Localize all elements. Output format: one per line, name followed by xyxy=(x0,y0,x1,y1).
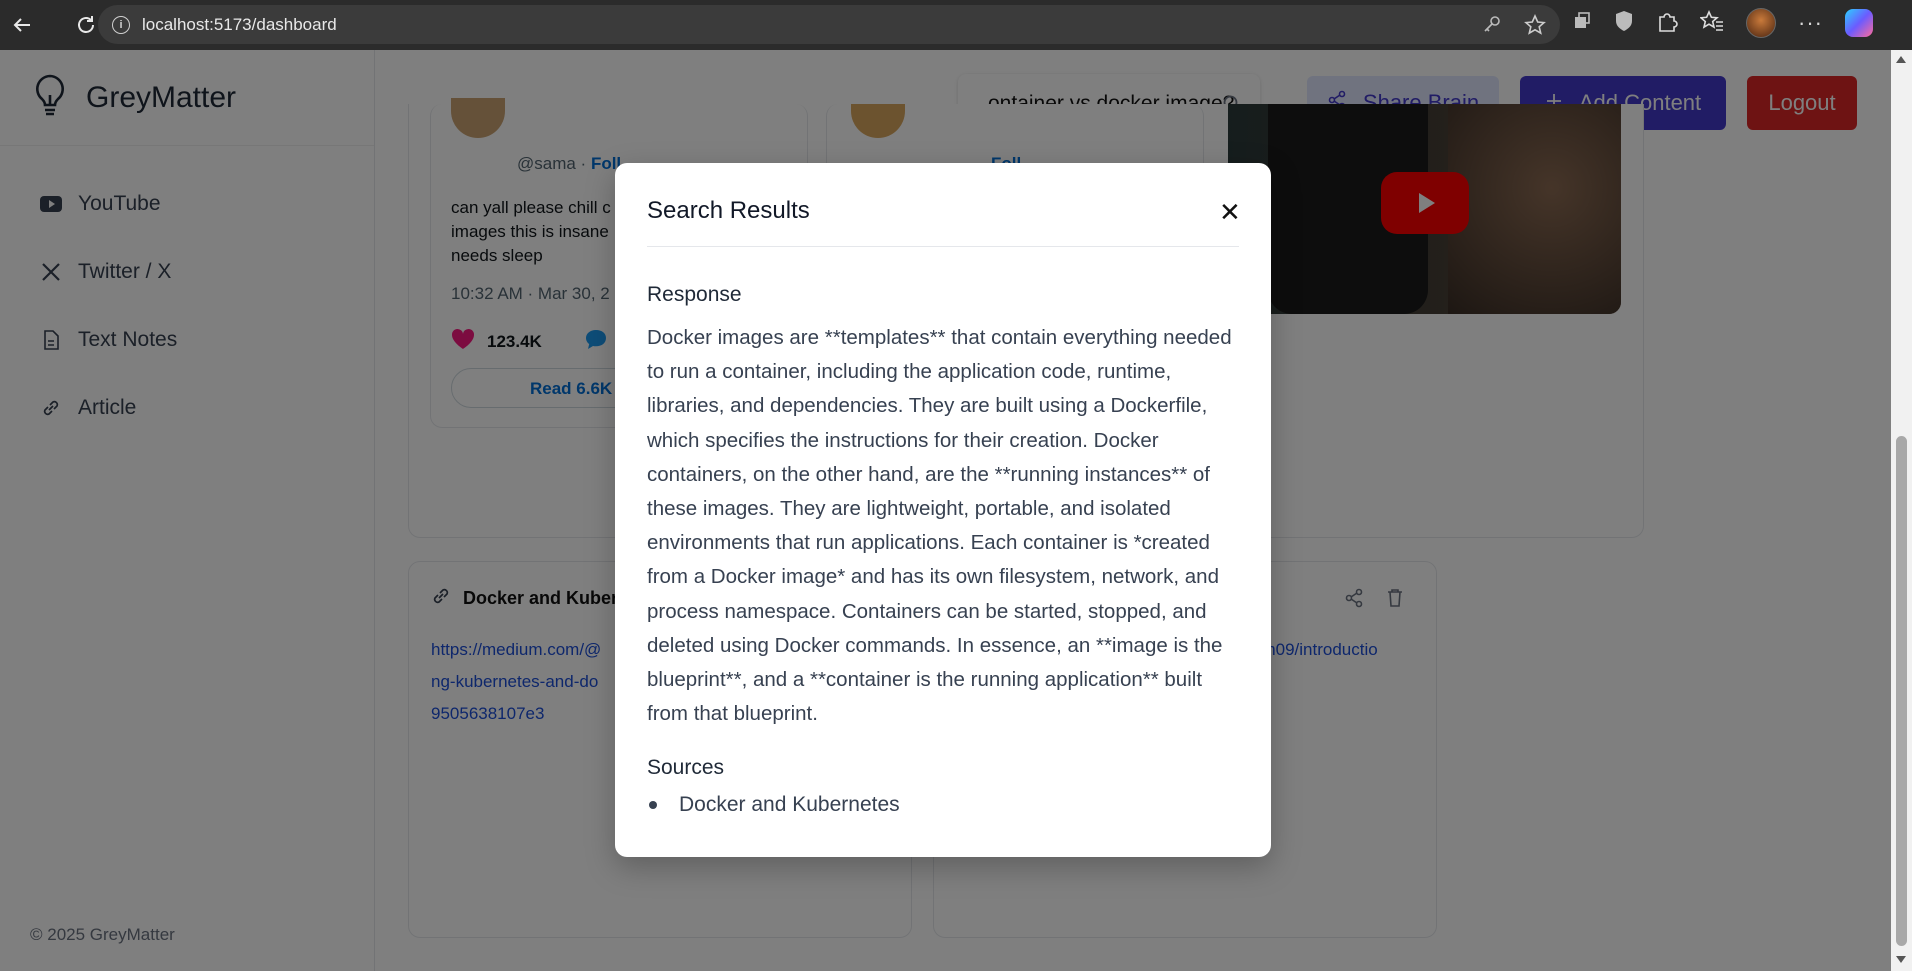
key-icon[interactable] xyxy=(1482,14,1502,41)
tab-actions-icon[interactable] xyxy=(1572,11,1592,36)
page-scrollbar[interactable] xyxy=(1891,50,1912,971)
site-info-icon[interactable]: i xyxy=(112,15,130,34)
more-menu-icon[interactable]: ··· xyxy=(1798,10,1823,36)
profile-avatar[interactable] xyxy=(1746,8,1776,38)
favorites-icon[interactable] xyxy=(1699,9,1724,37)
copilot-icon[interactable] xyxy=(1844,9,1873,37)
browser-toolbar: i localhost:5173/dashboard ··· xyxy=(0,0,1912,50)
sources-heading: Sources xyxy=(647,756,725,779)
response-text: Docker images are **templates** that con… xyxy=(647,326,1232,726)
bullet xyxy=(649,801,657,809)
url-text: localhost:5173/dashboard xyxy=(142,14,337,34)
modal-title: Search Results xyxy=(647,197,810,224)
search-results-modal: Search Results ✕ Response Docker images … xyxy=(615,163,1271,857)
address-bar[interactable]: i localhost:5173/dashboard xyxy=(98,5,1560,44)
extensions-icon[interactable] xyxy=(1656,10,1678,37)
back-icon[interactable] xyxy=(4,7,40,43)
response-heading: Response xyxy=(647,283,742,306)
scroll-down-arrow[interactable] xyxy=(1896,956,1906,963)
divider xyxy=(647,246,1239,247)
favorite-star-icon[interactable] xyxy=(1524,14,1546,41)
source-label: Docker and Kubernetes xyxy=(679,793,900,816)
shield-icon[interactable] xyxy=(1614,10,1634,37)
scroll-up-arrow[interactable] xyxy=(1896,56,1906,63)
scrollbar-thumb[interactable] xyxy=(1896,436,1907,946)
source-item[interactable]: Docker and Kubernetes xyxy=(647,793,900,817)
sources-list: Docker and Kubernetes xyxy=(647,793,900,817)
close-icon[interactable]: ✕ xyxy=(1219,199,1241,225)
